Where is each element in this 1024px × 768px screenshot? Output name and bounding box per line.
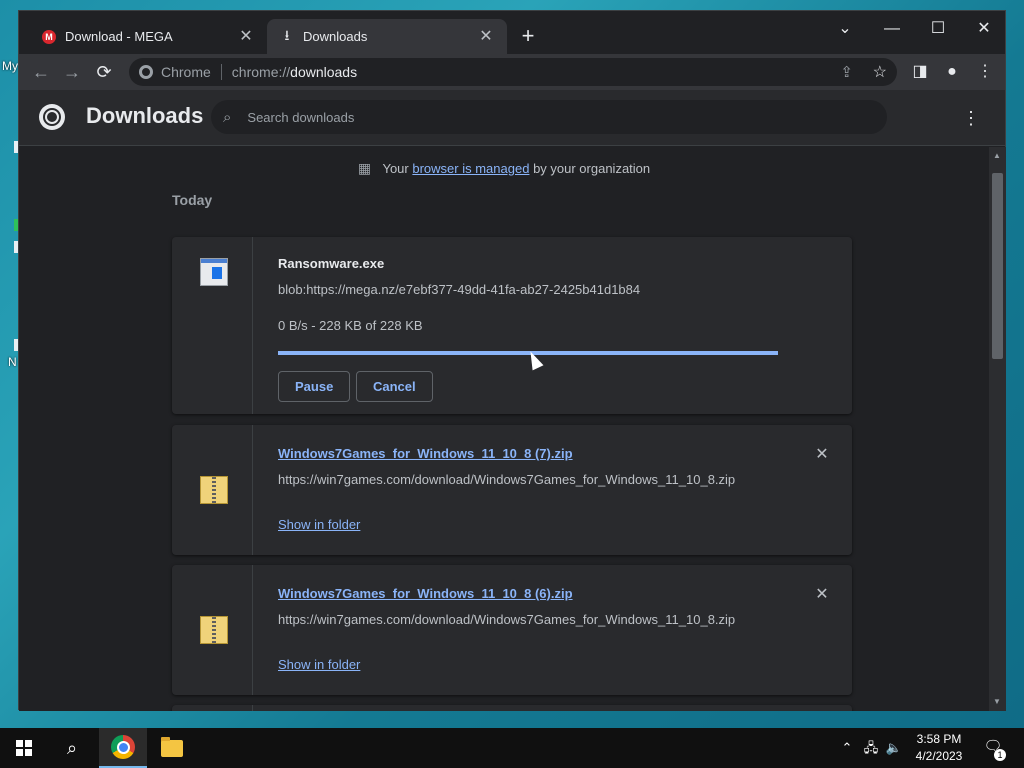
managed-link[interactable]: browser is managed: [412, 161, 529, 176]
date-section-label: Today: [172, 192, 213, 208]
browser-toolbar: ← → ⟳ Chrome chrome://downloads ⇪ ☆ ◨ ● …: [19, 54, 1005, 90]
forward-button[interactable]: →: [58, 58, 86, 86]
file-name-link[interactable]: Windows7Games_for_Windows_11_10_8 (6).zi…: [278, 586, 573, 601]
folder-icon: [161, 736, 183, 757]
back-button[interactable]: ←: [27, 58, 55, 86]
taskbar: ⌕ ⌃ 🖧 🔈 3:58 PM 4/2/2023 🗨 1: [0, 728, 1024, 768]
file-name: Ransomware.exe: [278, 256, 385, 271]
minimize-button[interactable]: —: [869, 15, 915, 43]
notification-badge: 1: [994, 749, 1006, 761]
share-icon[interactable]: ⇪: [840, 63, 853, 81]
show-hidden-icons-chevron-icon[interactable]: ⌃: [838, 728, 856, 768]
network-icon[interactable]: 🖧: [860, 728, 882, 768]
remove-icon[interactable]: ✕: [812, 585, 832, 605]
remove-icon[interactable]: ✕: [812, 445, 832, 465]
chrome-icon: [139, 65, 153, 79]
zip-file-icon: [200, 476, 228, 504]
managed-prefix: Your: [382, 161, 409, 176]
downloads-list: ▦ Your browser is managed by your organi…: [19, 147, 989, 711]
scrollbar[interactable]: ▲ ▼: [989, 147, 1006, 711]
cancel-button[interactable]: Cancel: [356, 371, 433, 402]
reload-button[interactable]: ⟳: [90, 58, 118, 86]
search-input[interactable]: [247, 109, 848, 125]
notification-icon[interactable]: 🗨 1: [982, 737, 1006, 761]
download-item: Ransomware.exe blob:https://mega.nz/e7eb…: [172, 237, 852, 414]
divider: [220, 64, 222, 80]
side-panel-icon[interactable]: ◨: [906, 58, 934, 86]
menu-icon[interactable]: ⋮: [971, 58, 999, 86]
desktop-icon-label: N: [8, 355, 17, 369]
icon-column: [172, 425, 253, 555]
tab-mega[interactable]: M Download - MEGA ✕: [29, 19, 267, 54]
download-item: Windows7Games_for_Windows_11_10_8 (7).zi…: [172, 425, 852, 555]
download-item: Windows7Games_for_Windows_11_10_8 (6).zi…: [172, 565, 852, 695]
more-actions-icon[interactable]: ⋮: [959, 104, 983, 132]
search-box[interactable]: ⌕: [211, 100, 887, 134]
icon-column: [172, 705, 253, 711]
window-close-button[interactable]: ✕: [961, 15, 1007, 43]
url-host: downloads: [290, 64, 358, 80]
chrome-icon: [111, 735, 135, 759]
file-url: https://win7games.com/download/Windows7G…: [278, 612, 736, 627]
tab-title: Download - MEGA: [65, 29, 173, 44]
building-icon: ▦: [357, 160, 372, 176]
volume-icon[interactable]: 🔈: [884, 728, 904, 768]
windows-start-icon[interactable]: [8, 736, 40, 760]
browser-window: M Download - MEGA ✕ ⭳ Downloads ✕ + ⌄ — …: [18, 10, 1006, 711]
managed-notice: ▦ Your browser is managed by your organi…: [19, 160, 989, 177]
clock[interactable]: 3:58 PM 4/2/2023: [906, 731, 972, 765]
show-in-folder-link[interactable]: Show in folder: [278, 517, 360, 532]
taskbar-chrome[interactable]: [99, 728, 147, 768]
exe-file-icon: [200, 258, 228, 286]
desktop-icon-label: My: [2, 59, 18, 73]
search-icon[interactable]: ⌕: [56, 736, 88, 760]
page-title: Downloads: [86, 103, 204, 128]
zip-file-icon: [200, 616, 228, 644]
download-icon: ⭳: [284, 26, 290, 43]
tab-strip: M Download - MEGA ✕ ⭳ Downloads ✕ + ⌄ — …: [19, 11, 1005, 54]
tab-search-chevron-icon[interactable]: ⌄: [822, 15, 868, 43]
managed-suffix: by your organization: [533, 161, 651, 176]
bookmark-star-icon[interactable]: ☆: [873, 62, 887, 82]
scroll-up-arrow-icon[interactable]: ▲: [993, 151, 1001, 160]
new-tab-button[interactable]: +: [517, 25, 539, 48]
file-url: blob:https://mega.nz/e7ebf377-49dd-41fa-…: [278, 282, 641, 297]
search-icon: ⌕: [223, 108, 232, 126]
download-status: 0 B/s - 228 KB of 228 KB: [278, 318, 423, 333]
taskbar-file-explorer[interactable]: [148, 728, 196, 768]
clock-date: 4/2/2023: [915, 749, 963, 763]
url-scheme: chrome://: [231, 64, 291, 80]
omnibox-site-chip: Chrome: [161, 64, 211, 80]
file-name-link[interactable]: Windows7Games_for_Windows_11_10_8 (7).zi…: [278, 446, 573, 461]
scroll-down-arrow-icon[interactable]: ▼: [993, 697, 1001, 706]
scrollbar-thumb[interactable]: [992, 173, 1003, 359]
downloads-header: Downloads ⌕ ⋮: [19, 90, 1005, 146]
show-in-folder-link[interactable]: Show in folder: [278, 657, 360, 672]
icon-column: [172, 237, 253, 414]
chrome-logo-icon: [39, 104, 65, 130]
download-item: [172, 705, 852, 711]
mega-icon: M: [41, 29, 57, 45]
pause-button[interactable]: Pause: [278, 371, 351, 402]
maximize-button[interactable]: ☐: [915, 15, 961, 43]
file-url: https://win7games.com/download/Windows7G…: [278, 472, 736, 487]
tab-downloads[interactable]: ⭳ Downloads ✕: [267, 19, 507, 54]
close-icon[interactable]: ✕: [477, 28, 495, 46]
clock-time: 3:58 PM: [916, 732, 962, 746]
tab-title: Downloads: [303, 29, 368, 44]
icon-column: [172, 565, 253, 695]
address-bar[interactable]: Chrome chrome://downloads ⇪ ☆: [129, 58, 897, 86]
profile-icon[interactable]: ●: [938, 58, 966, 86]
close-icon[interactable]: ✕: [237, 28, 255, 46]
